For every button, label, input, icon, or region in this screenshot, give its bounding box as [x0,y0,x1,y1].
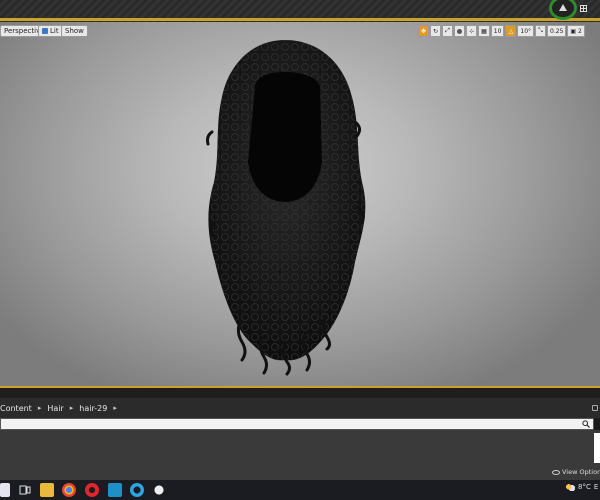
breadcrumb-hair-29[interactable]: hair-29 [79,404,107,413]
level-viewport[interactable]: Perspective Lit Show ✥ ↻ ⤢ ⊹ ▦ 10 △ 10° … [0,22,600,386]
task-view-icon[interactable] [18,483,32,497]
chevron-right-icon[interactable]: ▸ [38,404,42,412]
layout-menu[interactable] [580,2,600,14]
chevron-right-icon[interactable]: ▸ [113,404,117,412]
asset-view[interactable] [0,430,600,480]
chevron-right-icon[interactable]: ▸ [70,404,74,412]
breadcrumb: Content ▸ Hair ▸ hair-29 ▸ [0,398,600,418]
maya-icon[interactable] [108,483,122,497]
cinema-app-icon[interactable] [130,483,144,497]
breadcrumb-content[interactable]: Content [0,404,32,413]
unreal-editor-window: Perspective Lit Show ✥ ↻ ⤢ ⊹ ▦ 10 △ 10° … [0,0,600,500]
file-explorer-icon[interactable] [40,483,54,497]
view-options-button[interactable]: View Options [552,468,600,476]
breadcrumb-hair[interactable]: Hair [47,404,63,413]
start-icon[interactable] [0,483,10,497]
search-icon[interactable] [582,420,590,428]
view-options-label: View Options [562,468,600,476]
content-browser-toolbar [0,388,600,398]
weather-widget[interactable]: 8°C E [566,483,598,491]
hair-asset-preview[interactable] [0,22,600,386]
partly-cloudy-icon [566,483,575,491]
unreal-engine-icon[interactable] [152,483,166,497]
asset-thumbnail[interactable] [594,433,600,463]
accent-line [0,18,600,21]
eye-icon [552,469,560,475]
source-control-icon [559,4,567,11]
opera-icon[interactable] [85,483,99,497]
temperature-text: 8°C [578,483,591,491]
chrome-icon[interactable] [62,483,76,497]
search-input[interactable] [0,418,594,430]
tray-text: E [593,483,599,491]
grid-icon [580,4,587,12]
lock-icon[interactable] [592,405,598,411]
